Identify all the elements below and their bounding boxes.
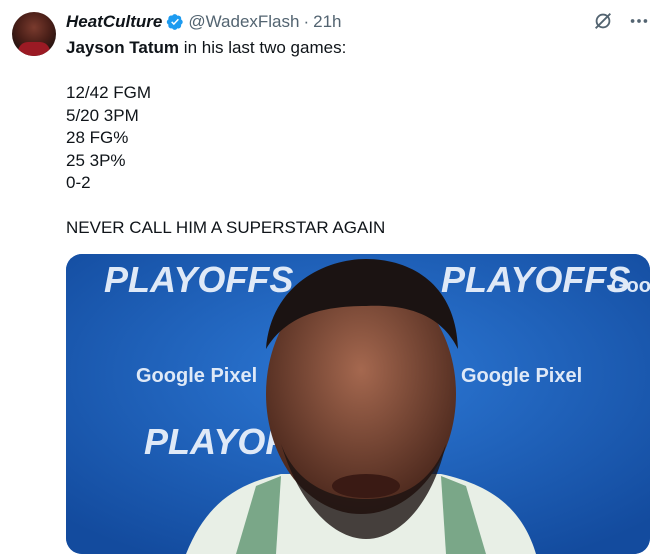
stat-line: 28 FG% (66, 128, 129, 147)
stat-line: 25 3P% (66, 150, 126, 170)
handle[interactable]: @WadexFlash (188, 12, 299, 32)
backdrop-playoffs-text: PLAYOFFS (441, 259, 630, 300)
tweet-header: HeatCulture @WadexFlash · 21h (66, 11, 342, 33)
tweet-actions (592, 10, 650, 32)
display-name[interactable]: HeatCulture (66, 12, 162, 32)
stat-line: 12/42 FGM (66, 83, 152, 102)
video-frame: PLAYOFFS Google Pixel PLAYOFFS Google Pi… (66, 254, 650, 554)
verified-badge-icon (166, 13, 184, 31)
grok-icon[interactable] (592, 10, 614, 32)
stat-line: 0-2 (66, 173, 91, 192)
avatar-jersey (18, 42, 50, 56)
stat-line: 5/20 3PM (66, 105, 139, 125)
separator-dot: · (303, 12, 310, 31)
tweet-text: Jayson Tatum in his last two games: 12/4… (66, 37, 626, 240)
more-options-icon[interactable] (628, 10, 650, 32)
backdrop-google-pixel-text: Google Pixel (136, 365, 257, 387)
backdrop-google-text: Goo (611, 275, 650, 297)
mention-jayson-tatum[interactable]: Jayson Tatum (66, 38, 179, 57)
closing-line: NEVER CALL HIM A SUPERSTAR AGAIN (66, 218, 386, 237)
timestamp[interactable]: 21h (313, 12, 341, 32)
tweet-video[interactable]: PLAYOFFS Google Pixel PLAYOFFS Google Pi… (66, 254, 650, 554)
backdrop-playoffs-text: PLAYOFFS (104, 259, 293, 300)
avatar[interactable] (12, 12, 56, 56)
tweet-intro: in his last two games: (179, 38, 347, 57)
backdrop-google-pixel-text: Google Pixel (461, 365, 582, 387)
